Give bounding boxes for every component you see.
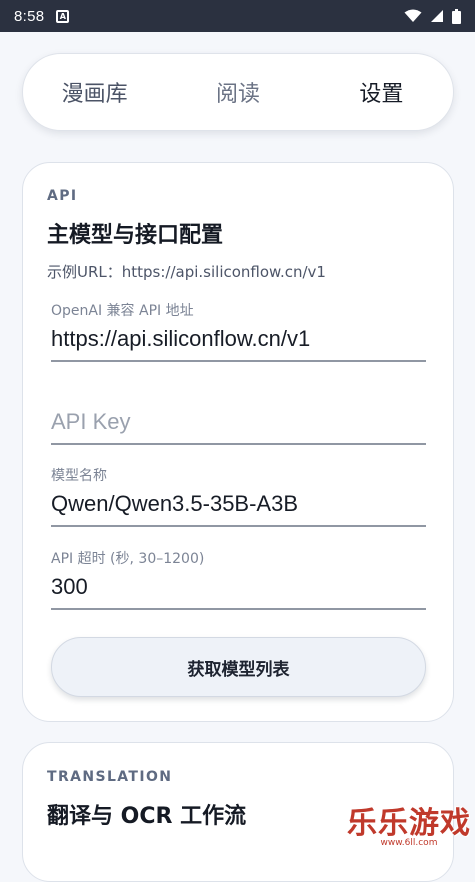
tab-reading[interactable]: 阅读 bbox=[166, 76, 309, 108]
api-example-url: 示例URL：https://api.siliconflow.cn/v1 bbox=[47, 263, 326, 281]
tab-manga-library[interactable]: 漫画库 bbox=[23, 76, 166, 108]
api-key-underline bbox=[51, 443, 426, 445]
api-key-input[interactable] bbox=[51, 407, 426, 437]
api-url-label: OpenAI 兼容 API 地址 bbox=[51, 303, 194, 319]
translation-card-title: 翻译与 OCR 工作流 bbox=[47, 804, 247, 829]
api-timeout-input[interactable]: 300 bbox=[51, 572, 426, 602]
model-name-field: 模型名称 Qwen/Qwen3.5-35B-A3B bbox=[51, 465, 426, 527]
api-key-label bbox=[51, 383, 426, 401]
model-name-underline bbox=[51, 525, 426, 527]
api-url-field: OpenAI 兼容 API 地址 https://api.siliconflow… bbox=[51, 300, 426, 362]
model-name-label: 模型名称 bbox=[51, 468, 107, 484]
api-url-input[interactable]: https://api.siliconflow.cn/v1 bbox=[51, 324, 426, 354]
status-time: 8:58 bbox=[14, 7, 45, 25]
signal-icon bbox=[431, 10, 443, 22]
watermark-logo: 乐乐游戏 www.6ll.com bbox=[347, 798, 471, 848]
notification-icon: A bbox=[56, 9, 70, 23]
tab-settings[interactable]: 设置 bbox=[310, 76, 453, 108]
watermark-text: 乐乐游戏 bbox=[347, 806, 471, 841]
model-name-input[interactable]: Qwen/Qwen3.5-35B-A3B bbox=[51, 489, 426, 519]
api-url-underline bbox=[51, 360, 426, 362]
api-key-field bbox=[51, 383, 426, 445]
status-icons bbox=[404, 8, 461, 24]
api-timeout-underline bbox=[51, 608, 426, 610]
api-timeout-label: API 超时 (秒, 30–1200) bbox=[51, 551, 205, 567]
fetch-model-list-button[interactable]: 获取模型列表 bbox=[51, 637, 426, 697]
status-bar: 8:58 A bbox=[0, 0, 475, 32]
translation-eyebrow: TRANSLATION bbox=[47, 769, 173, 785]
top-tab-bar: 漫画库 阅读 设置 bbox=[22, 53, 454, 131]
api-settings-card: API 主模型与接口配置 示例URL：https://api.siliconfl… bbox=[22, 162, 454, 722]
api-eyebrow: API bbox=[47, 188, 78, 204]
api-card-title: 主模型与接口配置 bbox=[47, 223, 224, 248]
api-timeout-field: API 超时 (秒, 30–1200) 300 bbox=[51, 548, 426, 610]
battery-icon bbox=[452, 8, 461, 24]
wifi-icon bbox=[404, 9, 422, 22]
